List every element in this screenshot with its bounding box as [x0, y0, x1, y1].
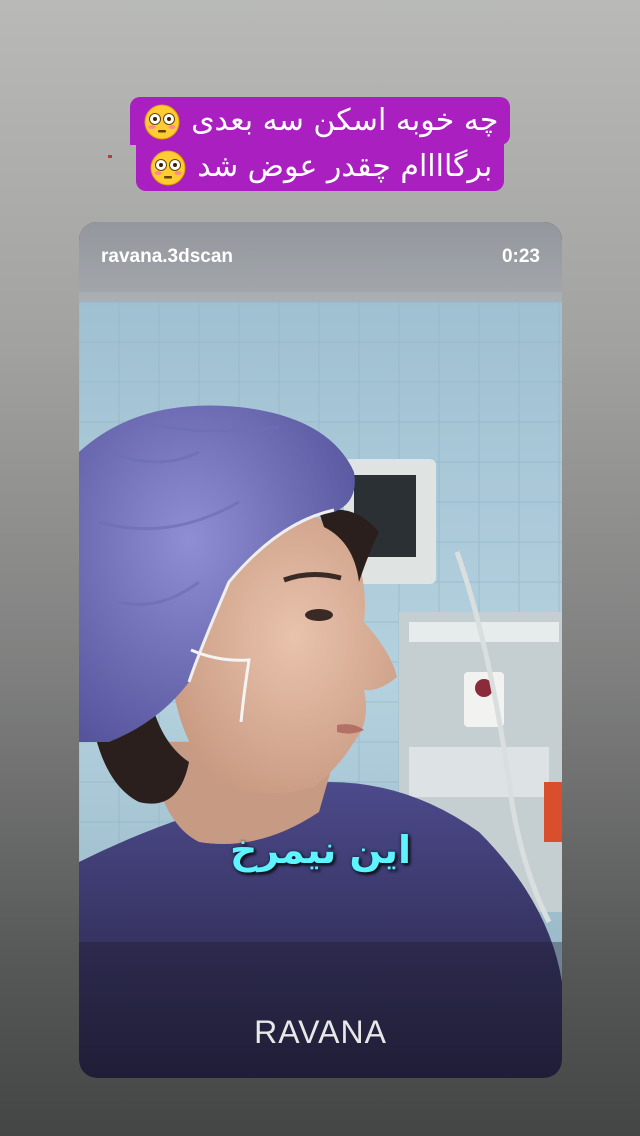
story-caption: چه خوبه اسکن سه بعدی برگاااام چقدر عوض ش…	[0, 97, 640, 191]
flushed-face-icon	[150, 150, 186, 185]
video-duration: 0:23	[501, 246, 540, 267]
account-username[interactable]: ravana.3dscan	[101, 246, 233, 268]
shared-video-card[interactable]: ravana.3dscan 0:23 این نیمرخ RAVANA	[79, 222, 562, 1078]
caption-line-1-text: چه خوبه اسکن سه بعدی	[191, 103, 499, 138]
video-subtitle: این نیمرخ	[229, 828, 411, 872]
ravana-logo: RAVANA	[254, 1014, 387, 1050]
flushed-face-icon	[144, 104, 180, 139]
video-frame	[79, 292, 562, 1078]
caption-line-2-text: برگاااام چقدر عوض شد	[197, 149, 493, 184]
video-header: ravana.3dscan 0:23	[79, 222, 562, 302]
caption-line-2: برگاااام چقدر عوض شد	[135, 143, 505, 191]
caption-line-1: چه خوبه اسکن سه بعدی	[129, 97, 511, 145]
